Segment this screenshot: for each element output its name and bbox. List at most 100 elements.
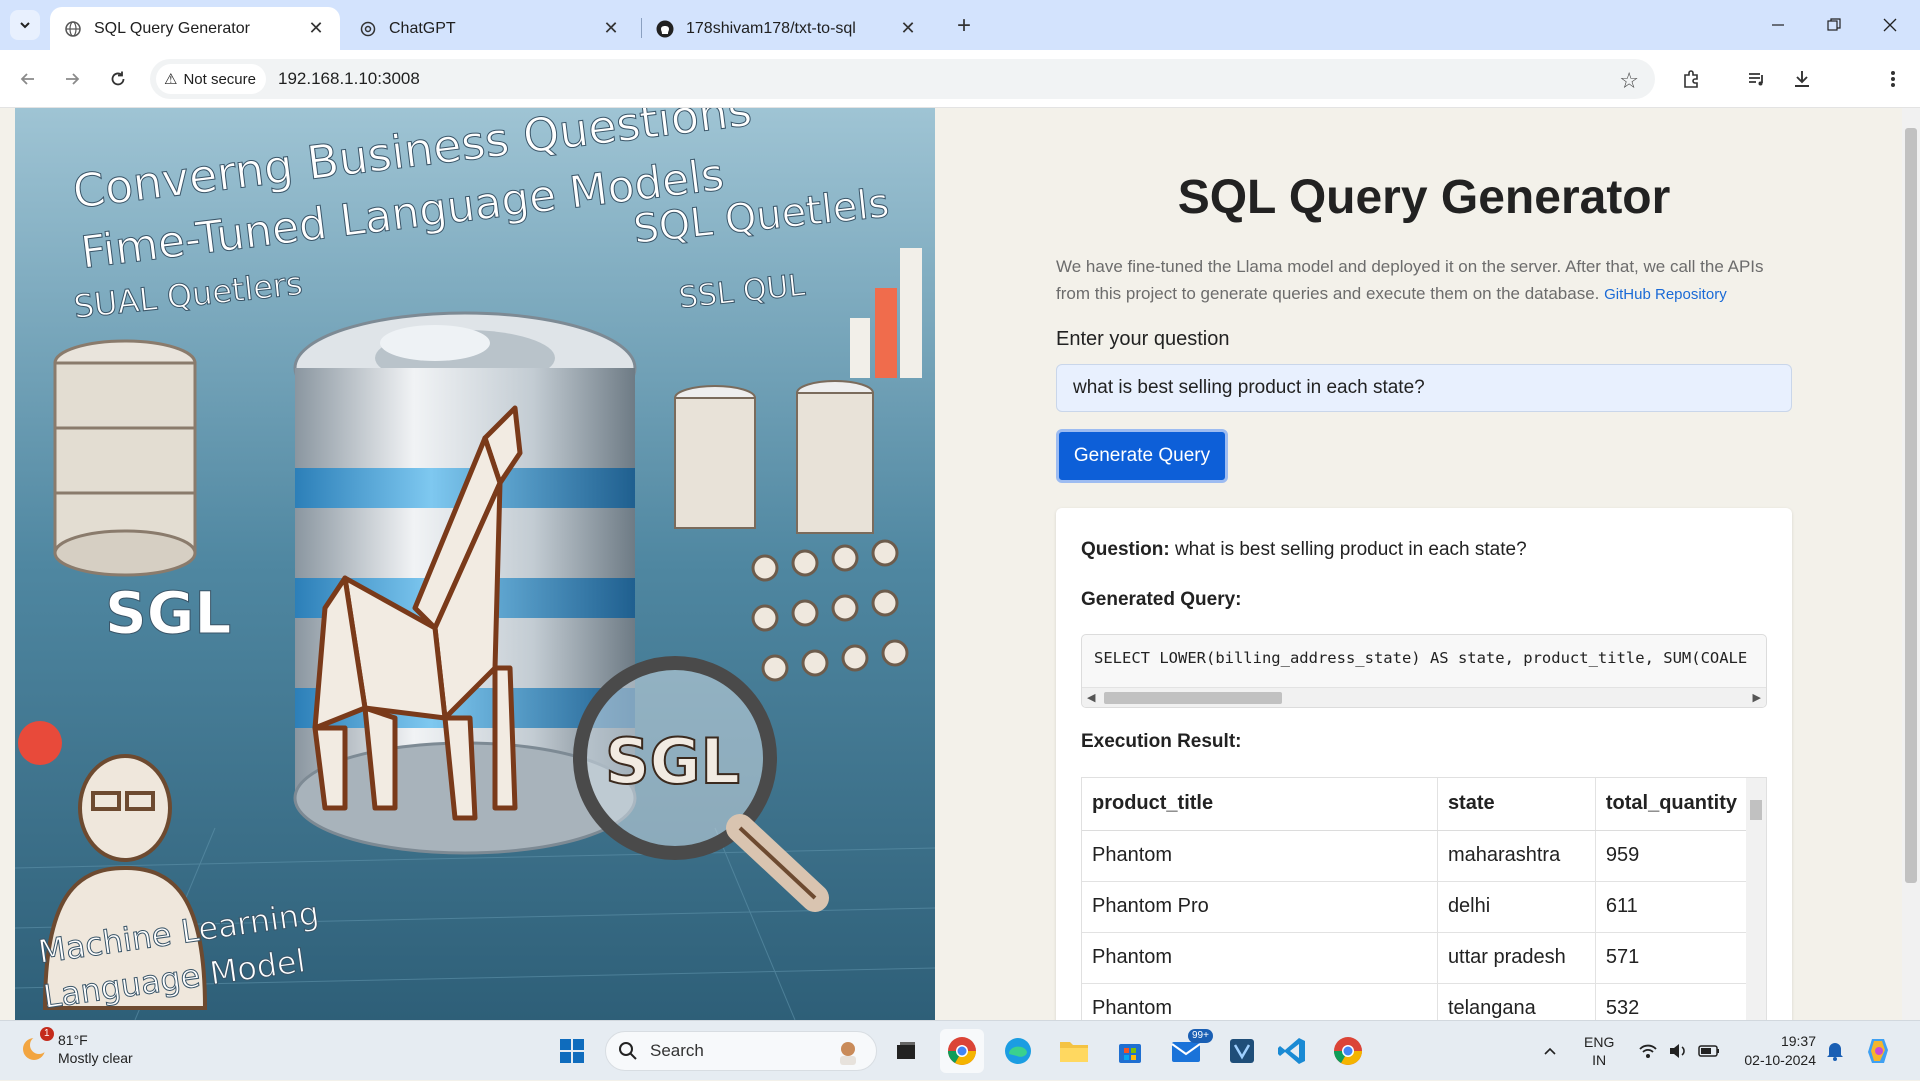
clock-time: 19:37 bbox=[1780, 1033, 1816, 1049]
table-header-row: product_title state total_quantity bbox=[1082, 778, 1749, 831]
scrollbar-thumb[interactable] bbox=[1905, 128, 1917, 883]
description: We have fine-tuned the Llama model and d… bbox=[1056, 253, 1792, 308]
copilot-icon bbox=[1868, 1039, 1888, 1063]
weather-widget[interactable]: 1 81°F Mostly clear bbox=[20, 1027, 133, 1067]
media-control-button[interactable] bbox=[1741, 63, 1773, 95]
bookmark-star-icon[interactable]: ☆ bbox=[1619, 68, 1639, 94]
security-chip[interactable]: ⚠ Not secure bbox=[156, 64, 266, 94]
windows-taskbar: 1 81°F Mostly clear Search 99+ ENG IN 19… bbox=[0, 1020, 1920, 1080]
generated-query-code: SELECT LOWER(billing_address_state) AS s… bbox=[1094, 649, 1748, 667]
taskbar-mail[interactable]: 99+ bbox=[1164, 1029, 1213, 1073]
playlist-icon bbox=[1749, 73, 1763, 86]
close-tab-icon[interactable]: ✕ bbox=[601, 18, 621, 39]
menu-button[interactable] bbox=[1877, 63, 1909, 95]
downloads-button[interactable] bbox=[1786, 63, 1818, 95]
restore-icon bbox=[1827, 18, 1841, 31]
security-label: Not secure bbox=[183, 70, 256, 88]
new-tab-button[interactable]: + bbox=[950, 12, 978, 40]
extensions-button[interactable] bbox=[1675, 63, 1707, 95]
generated-query-label: Generated Query: bbox=[1081, 589, 1242, 610]
clock[interactable]: 19:37 02-10-2024 bbox=[1734, 1032, 1816, 1070]
weather-desc: Mostly clear bbox=[58, 1050, 133, 1066]
question-label: Enter your question bbox=[1056, 328, 1230, 350]
result-question-label: Question: bbox=[1081, 539, 1170, 560]
language-indicator[interactable]: ENG IN bbox=[1584, 1021, 1614, 1081]
minimize-button[interactable] bbox=[1750, 0, 1806, 50]
close-icon bbox=[1883, 18, 1897, 32]
show-hidden-icons[interactable] bbox=[1542, 1021, 1558, 1081]
minimize-icon bbox=[1772, 24, 1784, 26]
column-header: state bbox=[1437, 778, 1596, 831]
github-icon bbox=[656, 20, 674, 38]
close-window-button[interactable] bbox=[1862, 0, 1918, 50]
result-question-text: what is best selling product in each sta… bbox=[1174, 539, 1527, 560]
taskbar-chrome[interactable] bbox=[940, 1029, 984, 1073]
scrollbar-thumb[interactable] bbox=[1104, 692, 1282, 704]
task-view-button[interactable] bbox=[884, 1029, 928, 1073]
taskbar-search[interactable]: Search bbox=[605, 1031, 877, 1071]
result-question: Question: what is best selling product i… bbox=[1081, 539, 1527, 561]
execution-result-label: Execution Result: bbox=[1081, 731, 1242, 752]
chrome-icon bbox=[948, 1037, 976, 1065]
column-header: total_quantity bbox=[1595, 778, 1749, 831]
restore-button[interactable] bbox=[1806, 0, 1862, 50]
taskbar-edge[interactable] bbox=[996, 1029, 1040, 1073]
mail-badge: 99+ bbox=[1188, 1029, 1213, 1043]
tab-github[interactable]: 178shivam178/txt-to-sql ✕ bbox=[642, 7, 932, 50]
taskbar-store[interactable] bbox=[1108, 1029, 1152, 1073]
close-tab-icon[interactable]: ✕ bbox=[898, 18, 918, 39]
tab-chatgpt[interactable]: ChatGPT ✕ bbox=[345, 7, 635, 50]
search-icon bbox=[619, 1042, 637, 1060]
table-cell: maharashtra bbox=[1437, 830, 1596, 882]
tab-sql-query-generator[interactable]: SQL Query Generator ✕ bbox=[50, 7, 340, 50]
scroll-left-icon[interactable]: ◀ bbox=[1087, 691, 1095, 704]
scroll-right-icon[interactable]: ▶ bbox=[1753, 691, 1761, 704]
table-cell: Phantom bbox=[1082, 932, 1438, 984]
table-cell: 571 bbox=[1595, 932, 1749, 984]
url-text: 192.168.1.10:3008 bbox=[278, 69, 420, 88]
table-cell: telangana bbox=[1437, 983, 1596, 1020]
start-button[interactable] bbox=[550, 1029, 594, 1073]
table-row: Phantom telangana 532 bbox=[1082, 983, 1749, 1020]
result-card: Question: what is best selling product i… bbox=[1056, 508, 1792, 1020]
page-viewport: Converng Business Questions Fime-Tuned L… bbox=[0, 108, 1920, 1020]
query-horizontal-scrollbar[interactable]: ◀ ▶ bbox=[1082, 687, 1766, 707]
taskbar-vscode[interactable] bbox=[1270, 1029, 1314, 1073]
reload-button[interactable] bbox=[102, 63, 134, 95]
bell-icon bbox=[1827, 1043, 1843, 1061]
table-vertical-scrollbar[interactable] bbox=[1746, 778, 1766, 1020]
chatgpt-icon bbox=[359, 20, 377, 38]
result-table-container: product_title state total_quantity Phant… bbox=[1081, 777, 1767, 1020]
table-cell: 959 bbox=[1595, 830, 1749, 882]
chevron-up-icon bbox=[1544, 1047, 1556, 1055]
folder-icon bbox=[1060, 1042, 1088, 1062]
question-input[interactable] bbox=[1056, 364, 1792, 412]
warning-icon: ⚠ bbox=[164, 71, 178, 88]
github-repository-link[interactable]: GitHub Repository bbox=[1604, 286, 1727, 303]
page-vertical-scrollbar[interactable] bbox=[1902, 108, 1920, 1020]
battery-icon bbox=[1698, 1045, 1719, 1057]
generate-query-button[interactable]: Generate Query bbox=[1056, 429, 1228, 483]
table-cell: Phantom bbox=[1082, 983, 1438, 1020]
hero-image: Converng Business Questions Fime-Tuned L… bbox=[15, 108, 935, 1020]
table-cell: 532 bbox=[1595, 983, 1749, 1020]
taskbar-app-blue[interactable] bbox=[1220, 1029, 1264, 1073]
back-button[interactable] bbox=[12, 63, 44, 95]
reload-icon bbox=[111, 71, 125, 86]
chrome-icon bbox=[1334, 1037, 1362, 1065]
system-tray-icons[interactable] bbox=[1638, 1021, 1720, 1081]
forward-button[interactable] bbox=[56, 63, 88, 95]
back-arrow-icon bbox=[20, 73, 34, 85]
copilot-button[interactable] bbox=[1864, 1021, 1894, 1081]
tab-search-button[interactable] bbox=[10, 10, 40, 40]
scrollbar-thumb[interactable] bbox=[1750, 800, 1762, 820]
region-code: IN bbox=[1592, 1052, 1607, 1068]
tab-title: SQL Query Generator bbox=[94, 19, 250, 37]
address-bar[interactable]: ⚠ Not secure 192.168.1.10:3008 ☆ bbox=[150, 59, 1655, 99]
result-table: product_title state total_quantity Phant… bbox=[1082, 778, 1749, 1020]
taskbar-chrome-profile[interactable] bbox=[1326, 1029, 1370, 1073]
close-tab-icon[interactable]: ✕ bbox=[306, 18, 326, 39]
taskbar-file-explorer[interactable] bbox=[1052, 1029, 1096, 1073]
generated-query-box: SELECT LOWER(billing_address_state) AS s… bbox=[1081, 634, 1767, 708]
notifications-button[interactable] bbox=[1826, 1021, 1844, 1081]
